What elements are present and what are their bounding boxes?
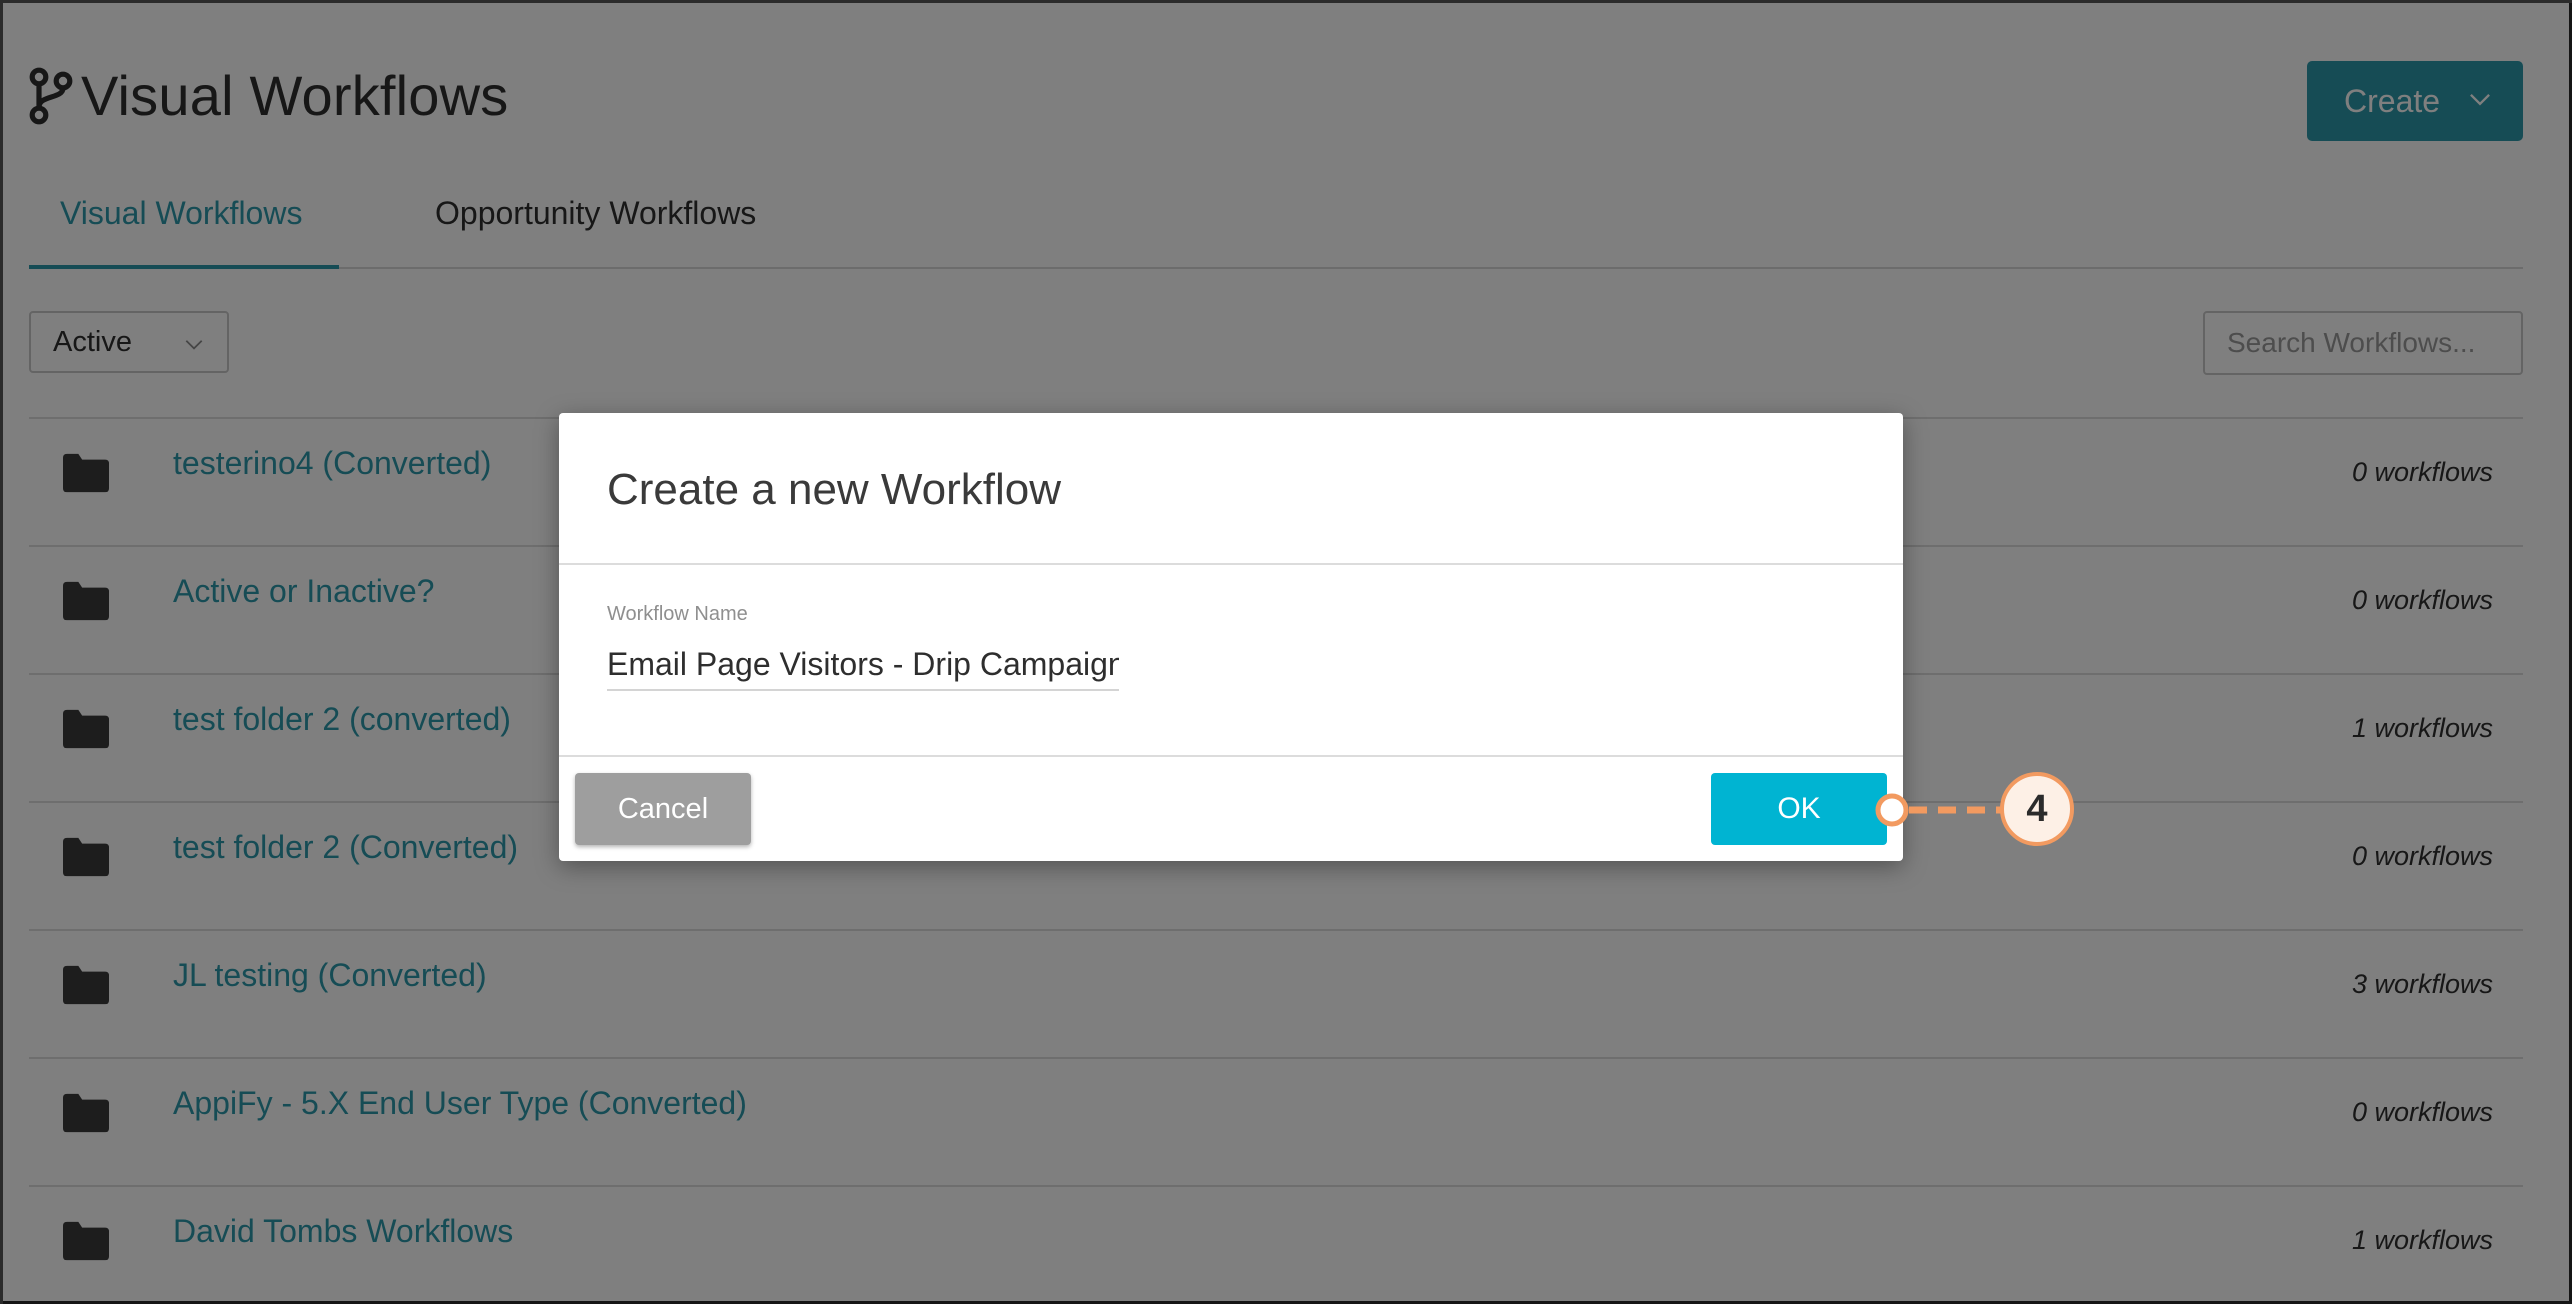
cancel-button[interactable]: Cancel — [575, 773, 751, 845]
workflow-name-input[interactable] — [607, 639, 1119, 691]
ok-button[interactable]: OK — [1711, 773, 1887, 845]
visual-workflows-app: Visual Workflows Create Visual Workflows… — [0, 0, 2572, 1304]
dialog-footer — [559, 755, 1903, 859]
workflow-name-label: Workflow Name — [607, 603, 748, 625]
dialog-header: Create a new Workflow — [559, 413, 1903, 565]
step-callout-badge: 4 — [2000, 772, 2074, 846]
dialog-title: Create a new Workflow — [607, 465, 1062, 514]
